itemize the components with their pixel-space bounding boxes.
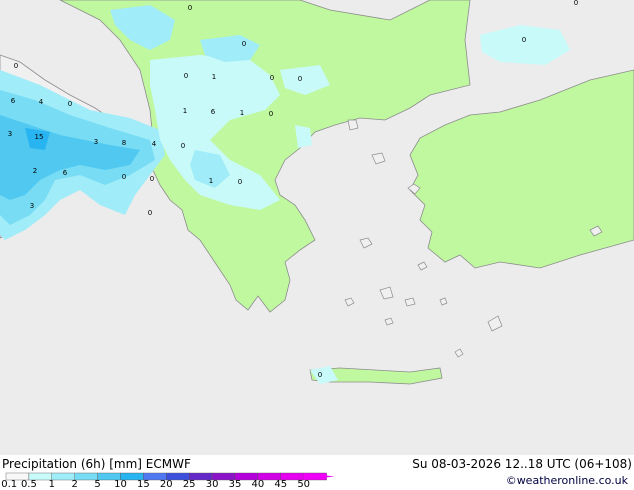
map-value-label: 0 (14, 62, 18, 70)
map-value-label: 0 (298, 75, 302, 83)
scale-tick-label: 40 (251, 479, 265, 490)
scale-tick-label: 1 (48, 479, 55, 490)
map-value-label: 1 (240, 109, 244, 117)
map-value-label: 0 (318, 371, 322, 379)
scale-tick-label: 25 (182, 479, 196, 490)
map-value-label: 0 (269, 110, 273, 118)
map-value-label: 2 (33, 167, 37, 175)
map-value-label: 1 (209, 177, 213, 185)
map-value-label: 0 (150, 175, 154, 183)
map-value-label: 1 (212, 73, 216, 81)
scale-tick-label: 5 (94, 479, 101, 490)
map-value-label: 3 (94, 138, 98, 146)
scale-tick-label: 30 (205, 479, 219, 490)
map-value-label: 0 (68, 100, 72, 108)
map-value-label: 15 (35, 133, 44, 141)
map-value-label: 0 (188, 4, 192, 12)
map-value-label: 0 (242, 40, 246, 48)
map-value-label: 6 (211, 108, 216, 116)
credit-link[interactable]: ©weatheronline.co.uk (506, 474, 628, 487)
map-value-label: 0 (181, 142, 185, 150)
precipitation-map: 0 0 6 4 0 3 15 3 8 4 2 6 3 0 0 0 0 1 0 1… (0, 0, 634, 455)
map-value-label: 0 (238, 178, 242, 186)
scale-tick-label: 15 (137, 479, 150, 490)
map-value-label: 0 (122, 173, 126, 181)
map-title: Precipitation (6h) [mm] ECMWF (2, 457, 191, 471)
scale-tick-label: 0.5 (20, 479, 37, 490)
scale-tick-label: 20 (159, 479, 173, 490)
scale-tick-label: 45 (274, 479, 288, 490)
map-value-label: 0 (184, 72, 188, 80)
map-value-label: 8 (122, 139, 126, 147)
scale-labels: 0.1 0.5 1 2 5 10 15 20 25 30 35 40 45 50 (0, 480, 340, 490)
scale-tick-label: 50 (297, 479, 311, 490)
scale-tick-label: 35 (228, 479, 242, 490)
scale-tick-label: 0.1 (1, 479, 18, 490)
map-value-label: 0 (148, 209, 152, 217)
map-value-label: 3 (30, 202, 34, 210)
forecast-time: Su 08-03-2026 12..18 UTC (06+108) (412, 457, 632, 471)
map-value-label: 1 (183, 107, 187, 115)
map-value-label: 6 (11, 97, 16, 105)
map-value-label: 0 (574, 0, 578, 7)
scale-tick-label: 10 (114, 479, 127, 490)
map-value-label: 0 (270, 74, 274, 82)
map-value-label: 4 (152, 140, 157, 148)
scale-tick-label: 2 (71, 479, 78, 490)
map-value-label: 6 (63, 169, 68, 177)
map-value-label: 3 (8, 130, 12, 138)
footer: Precipitation (6h) [mm] ECMWF Su 08-03-2… (0, 455, 634, 490)
map-value-label: 0 (522, 36, 526, 44)
map-value-label: 4 (39, 98, 44, 106)
